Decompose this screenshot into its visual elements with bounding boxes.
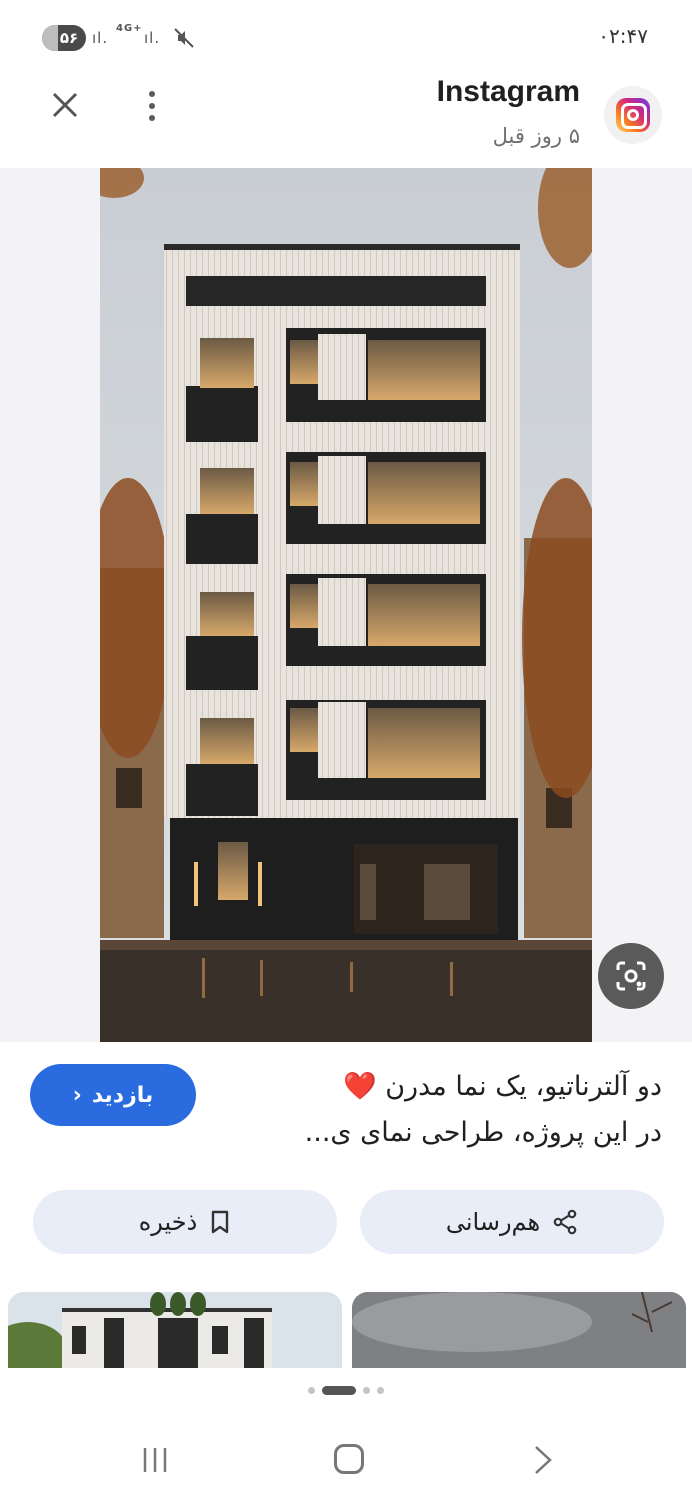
google-lens-icon[interactable] bbox=[598, 943, 664, 1009]
bookmark-icon bbox=[212, 1210, 229, 1234]
save-button[interactable]: ذخیره bbox=[33, 1190, 337, 1254]
network-type: 4G+ bbox=[116, 23, 143, 34]
lens-glyph bbox=[616, 961, 646, 991]
related-thumbnail[interactable] bbox=[8, 1292, 342, 1368]
close-icon[interactable] bbox=[50, 90, 80, 120]
share-icon bbox=[553, 1209, 577, 1235]
share-button[interactable]: هم‌رسانی bbox=[360, 1190, 664, 1254]
mute-icon bbox=[174, 28, 194, 48]
page-dot bbox=[308, 1386, 315, 1394]
battery-indicator: ۵۶ bbox=[42, 25, 86, 51]
visit-button[interactable]: بازدید ‹ bbox=[30, 1064, 196, 1126]
page-dot bbox=[377, 1386, 384, 1394]
status-bar: ۵۶ ıl. 4G+ ıl. ۰۲:۴۷ bbox=[0, 0, 692, 76]
recent-apps-icon[interactable] bbox=[140, 1446, 170, 1474]
home-icon[interactable] bbox=[334, 1444, 364, 1474]
page-dot bbox=[363, 1386, 370, 1394]
signal-bars-icon: ıl. bbox=[92, 29, 109, 47]
related-thumbnail[interactable] bbox=[352, 1292, 686, 1368]
instagram-icon[interactable] bbox=[604, 86, 662, 144]
page-dot-active bbox=[322, 1385, 356, 1395]
chevron-left-icon: ‹ bbox=[72, 1082, 82, 1108]
building-photo[interactable] bbox=[100, 168, 592, 1042]
signal-bars-icon: ıl. bbox=[144, 29, 161, 47]
caption-line-2: در این پروژه، طراحی نمای ی... bbox=[304, 1117, 662, 1148]
image-viewer bbox=[0, 168, 692, 1042]
back-icon[interactable] bbox=[530, 1444, 556, 1476]
save-label: ذخیره bbox=[138, 1208, 198, 1236]
pagination-dots bbox=[0, 1384, 692, 1396]
source-title[interactable]: Instagram bbox=[437, 75, 580, 109]
source-time: ۵ روز قبل bbox=[492, 124, 580, 148]
image-caption: دو آلترناتیو، یک نما مدرن ❤️ در این پروژ… bbox=[242, 1064, 662, 1156]
caption-line-1: دو آلترناتیو، یک نما مدرن ❤️ bbox=[343, 1071, 662, 1102]
clock: ۰۲:۴۷ bbox=[598, 24, 648, 48]
system-nav-bar bbox=[0, 1420, 692, 1500]
related-images bbox=[0, 1292, 692, 1368]
visit-label: بازدید bbox=[91, 1082, 154, 1108]
more-vertical-icon[interactable] bbox=[140, 88, 164, 124]
share-label: هم‌رسانی bbox=[445, 1208, 541, 1236]
battery-level: ۵۶ bbox=[59, 29, 79, 47]
